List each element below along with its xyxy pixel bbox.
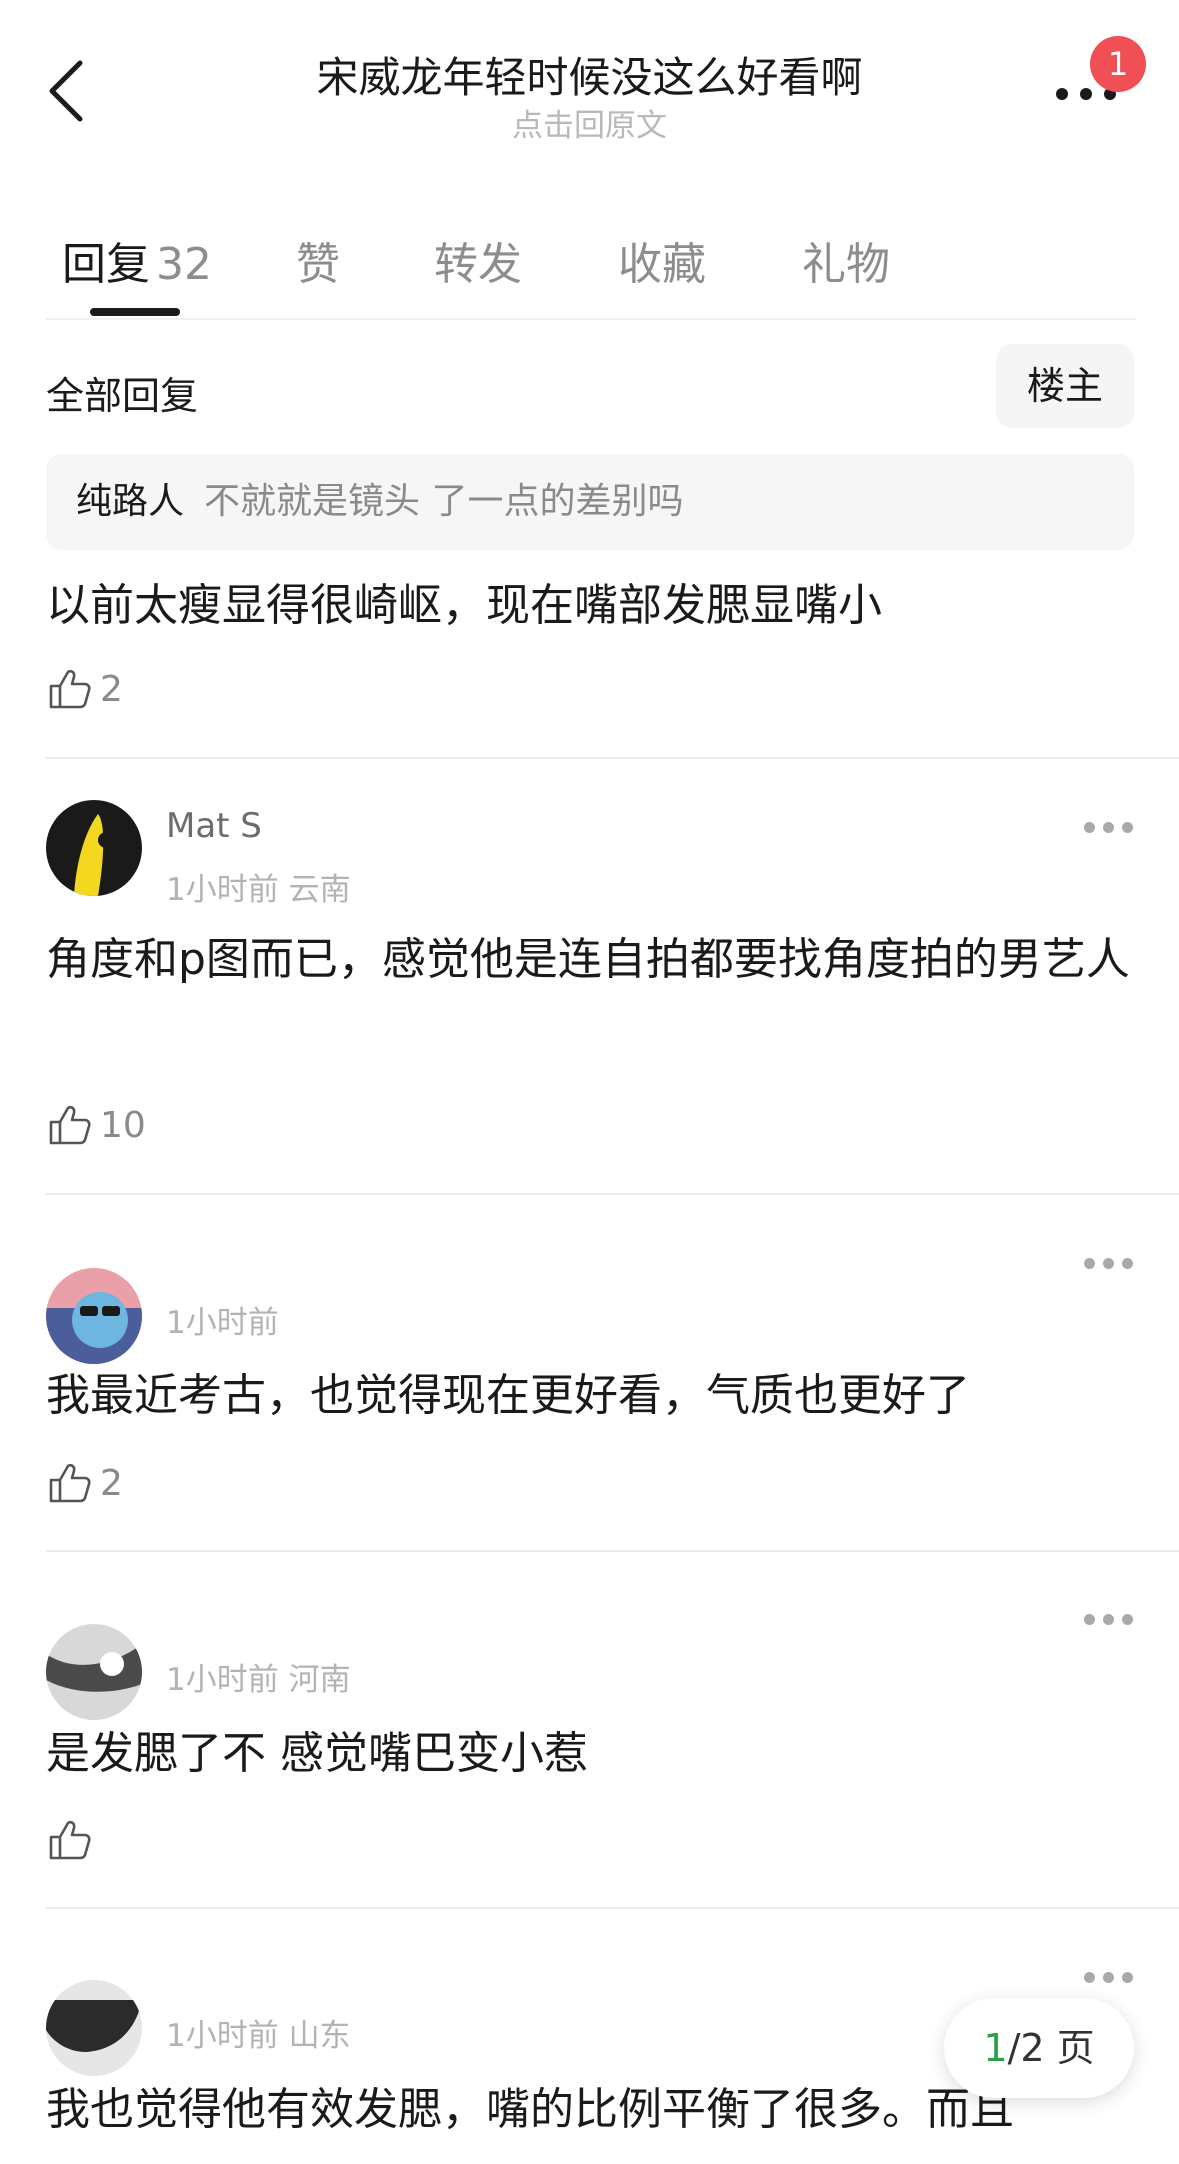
divider (46, 1907, 1179, 1909)
like-button[interactable]: 10 (46, 1100, 146, 1150)
thumbs-up-icon (49, 1820, 91, 1860)
active-tab-indicator (90, 308, 180, 316)
more-dot-icon (1056, 88, 1068, 100)
op-only-button[interactable]: 楼主 (996, 344, 1134, 428)
avatar[interactable] (46, 1624, 142, 1720)
page-total: /2 页 (1007, 2026, 1095, 2070)
tab-gifts[interactable]: 礼物 (802, 228, 890, 292)
comment-meta: 1小时前 山东 (166, 2018, 351, 2054)
comment-meta: 1小时前 云南 (166, 872, 351, 908)
thumbs-up-icon (49, 669, 91, 709)
divider (46, 1193, 1179, 1195)
tab-reposts[interactable]: 转发 (434, 228, 522, 292)
page-current: 1 (983, 2026, 1008, 2070)
like-count: 2 (100, 668, 123, 710)
tab-count: 32 (156, 239, 212, 290)
comment-meta: 1小时前 河南 (166, 1662, 351, 1698)
like-count: 10 (100, 1104, 146, 1146)
top-bar: 宋威龙年轻时候没这么好看啊 点击回原文 1 (0, 0, 1179, 170)
comment-text: 角度和p图而已，感觉他是连自拍都要找角度拍的男艺人 (46, 934, 1130, 985)
quoted-author: 纯路人 (76, 481, 185, 522)
divider (46, 757, 1179, 759)
like-button[interactable]: 2 (46, 664, 123, 714)
more-dot-icon (1080, 88, 1092, 100)
comment-text: 我最近考古，也觉得现在更好看，气质也更好了 (46, 1370, 970, 1421)
page-indicator[interactable]: 1/2 页 (944, 1998, 1134, 2098)
divider (46, 1550, 1179, 1552)
avatar[interactable] (46, 1980, 142, 2076)
username[interactable]: Mat S (166, 806, 262, 846)
all-replies-label: 全部回复 (46, 374, 199, 418)
comment-more-button[interactable] (1084, 1614, 1134, 1628)
like-count: 2 (100, 1462, 123, 1504)
like-button[interactable] (46, 1815, 100, 1865)
comment-meta: 1小时前 (166, 1305, 279, 1341)
like-button[interactable]: 2 (46, 1458, 123, 1508)
back-to-original-link[interactable]: 点击回原文 (0, 100, 1179, 145)
comment-more-button[interactable] (1084, 822, 1134, 836)
thumbs-up-icon (49, 1105, 91, 1145)
comment-text: 是发腮了不 感觉嘴巴变小惹 (46, 1728, 588, 1779)
notification-badge: 1 (1090, 36, 1146, 92)
tab-label: 回复 (62, 239, 150, 290)
avatar[interactable] (46, 1268, 142, 1364)
page-title: 宋威龙年轻时候没这么好看啊 (316, 53, 863, 102)
thumbs-up-icon (49, 1463, 91, 1503)
quoted-text: 不就就是镜头 了一点的差别吗 (204, 481, 684, 522)
comment-more-button[interactable] (1084, 1258, 1134, 1272)
comment-more-button[interactable] (1084, 1972, 1134, 1986)
tab-favorites[interactable]: 收藏 (618, 228, 706, 292)
avatar[interactable] (46, 800, 142, 896)
tab-likes[interactable]: 赞 (296, 228, 340, 292)
tab-replies[interactable]: 回复 32 (62, 228, 212, 292)
quoted-reply[interactable]: 纯路人 不就就是镜头 了一点的差别吗 (46, 454, 1134, 550)
comment-text: 以前太瘦显得很崎岖，现在嘴部发腮显嘴小 (46, 580, 882, 631)
tab-bar: 回复 32 赞 转发 收藏 礼物 (46, 220, 1136, 320)
